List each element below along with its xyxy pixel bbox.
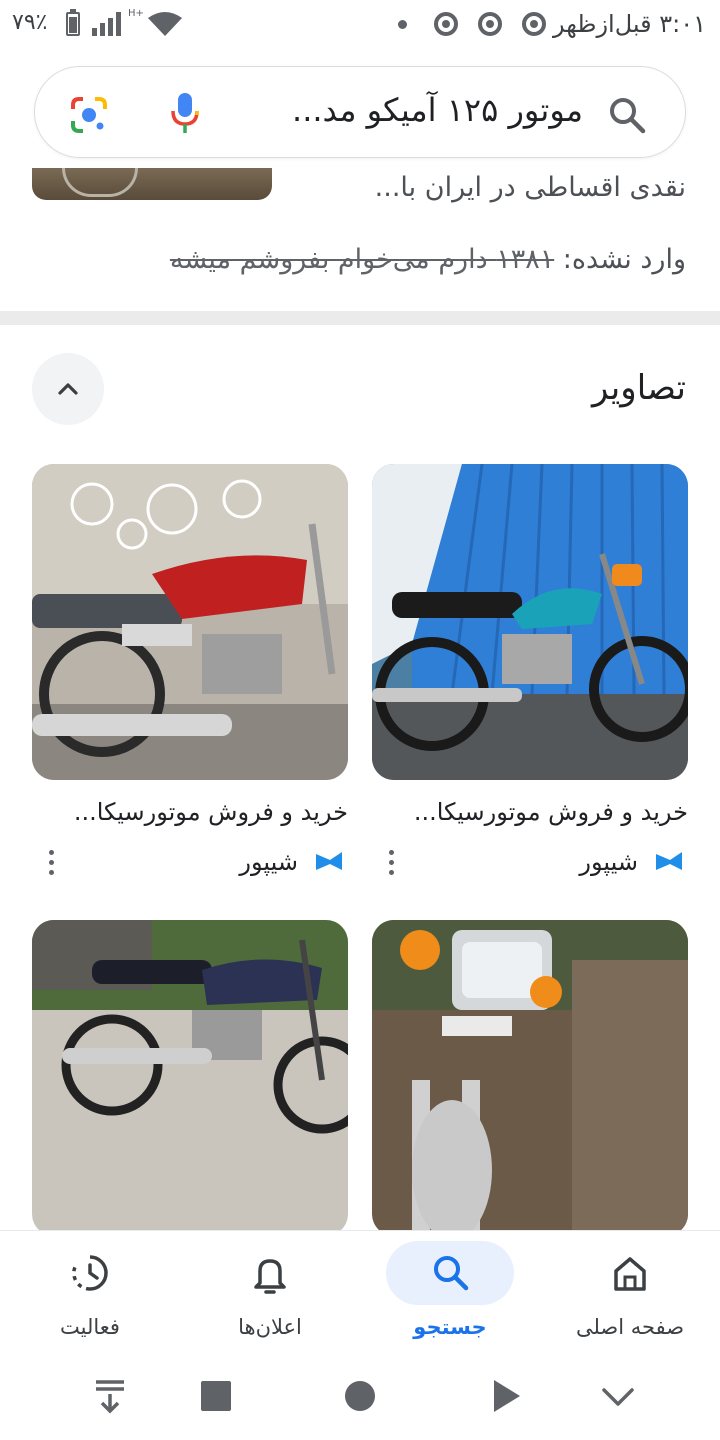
home-circle-icon[interactable] bbox=[340, 1376, 380, 1416]
nav-label-search: جستجو bbox=[413, 1315, 487, 1339]
notification-pull-down-icon[interactable] bbox=[90, 1376, 130, 1416]
activity-icon bbox=[72, 1255, 108, 1291]
previous-result-thumbnail[interactable] bbox=[32, 168, 272, 200]
signal-icon bbox=[92, 10, 126, 36]
image-result-3[interactable] bbox=[372, 920, 688, 1236]
image-result-1[interactable] bbox=[372, 464, 688, 780]
nav-label-activity: فعالیت bbox=[60, 1315, 120, 1339]
chrome-notification-icon bbox=[478, 12, 502, 36]
nav-label-notifications: اعلان‌ها bbox=[238, 1315, 302, 1339]
home-icon bbox=[614, 1257, 646, 1291]
nav-search[interactable]: جستجو bbox=[360, 1231, 540, 1363]
chrome-notification-icon bbox=[434, 12, 458, 36]
wifi-icon bbox=[148, 12, 182, 36]
nav-activity[interactable]: فعالیت bbox=[0, 1231, 180, 1363]
back-triangle-icon[interactable] bbox=[486, 1376, 526, 1416]
missing-label: وارد نشده: bbox=[562, 244, 686, 275]
missing-terms-line: وارد نشده: ۱۳۸۱ دارم می‌خوام بفروشم میشه bbox=[170, 244, 686, 275]
previous-result-snippet: نقدی اقساطی در ایران با... bbox=[374, 172, 686, 203]
chevron-down-icon[interactable] bbox=[598, 1376, 638, 1416]
collapse-button[interactable] bbox=[32, 353, 104, 425]
more-options-icon[interactable] bbox=[46, 850, 56, 878]
image-result-2[interactable] bbox=[32, 464, 348, 780]
image-source-2[interactable]: شیپور bbox=[239, 848, 298, 876]
search-input[interactable]: موتور ۱۲۵ آمیکو مد... bbox=[292, 91, 583, 129]
network-type: H+ bbox=[128, 8, 144, 19]
image-caption-2[interactable]: خرید و فروش موتورسیکا... bbox=[32, 798, 348, 826]
nav-notifications[interactable]: اعلان‌ها bbox=[180, 1231, 360, 1363]
motorcycle-photo bbox=[32, 464, 348, 780]
nav-home[interactable]: صفحه اصلی bbox=[540, 1231, 720, 1363]
recent-apps-icon[interactable] bbox=[196, 1376, 236, 1416]
battery-percent: ۷۹٪ bbox=[12, 10, 48, 35]
bell-icon bbox=[254, 1259, 286, 1294]
motorcycle-photo bbox=[32, 920, 348, 1236]
status-bar: ۳:۰۱ قبل‌ازظهر ۷۹٪ H+ bbox=[0, 0, 720, 52]
image-source-1[interactable]: شیپور bbox=[579, 848, 638, 876]
chevron-up-icon bbox=[58, 383, 78, 395]
image-caption-1[interactable]: خرید و فروش موتورسیکا... bbox=[372, 798, 688, 826]
search-icon[interactable] bbox=[607, 95, 647, 135]
motorcycle-photo bbox=[372, 920, 688, 1236]
nav-label-home: صفحه اصلی bbox=[575, 1315, 685, 1339]
section-divider bbox=[0, 311, 720, 325]
more-options-icon[interactable] bbox=[386, 850, 396, 878]
status-time: ۳:۰۱ قبل‌ازظهر bbox=[553, 10, 706, 38]
system-navigation-bar bbox=[0, 1362, 720, 1440]
missing-terms: ۱۳۸۱ دارم می‌خوام بفروشم میشه bbox=[169, 244, 555, 275]
battery-icon bbox=[66, 9, 80, 36]
motorcycle-photo bbox=[372, 464, 688, 780]
google-lens-icon[interactable] bbox=[69, 95, 109, 135]
notification-dot-icon bbox=[398, 20, 407, 29]
search-icon bbox=[434, 1256, 469, 1291]
sheypoor-logo-icon bbox=[652, 844, 686, 878]
mic-icon[interactable] bbox=[169, 91, 201, 135]
bottom-navigation: صفحه اصلی جستجو اعلان‌ها فعالیت bbox=[0, 1230, 720, 1362]
images-section-title: تصاویر bbox=[592, 368, 686, 408]
search-bar[interactable]: موتور ۱۲۵ آمیکو مد... bbox=[34, 66, 686, 158]
sheypoor-logo-icon bbox=[312, 844, 346, 878]
image-result-4[interactable] bbox=[32, 920, 348, 1236]
chrome-notification-icon bbox=[522, 12, 546, 36]
